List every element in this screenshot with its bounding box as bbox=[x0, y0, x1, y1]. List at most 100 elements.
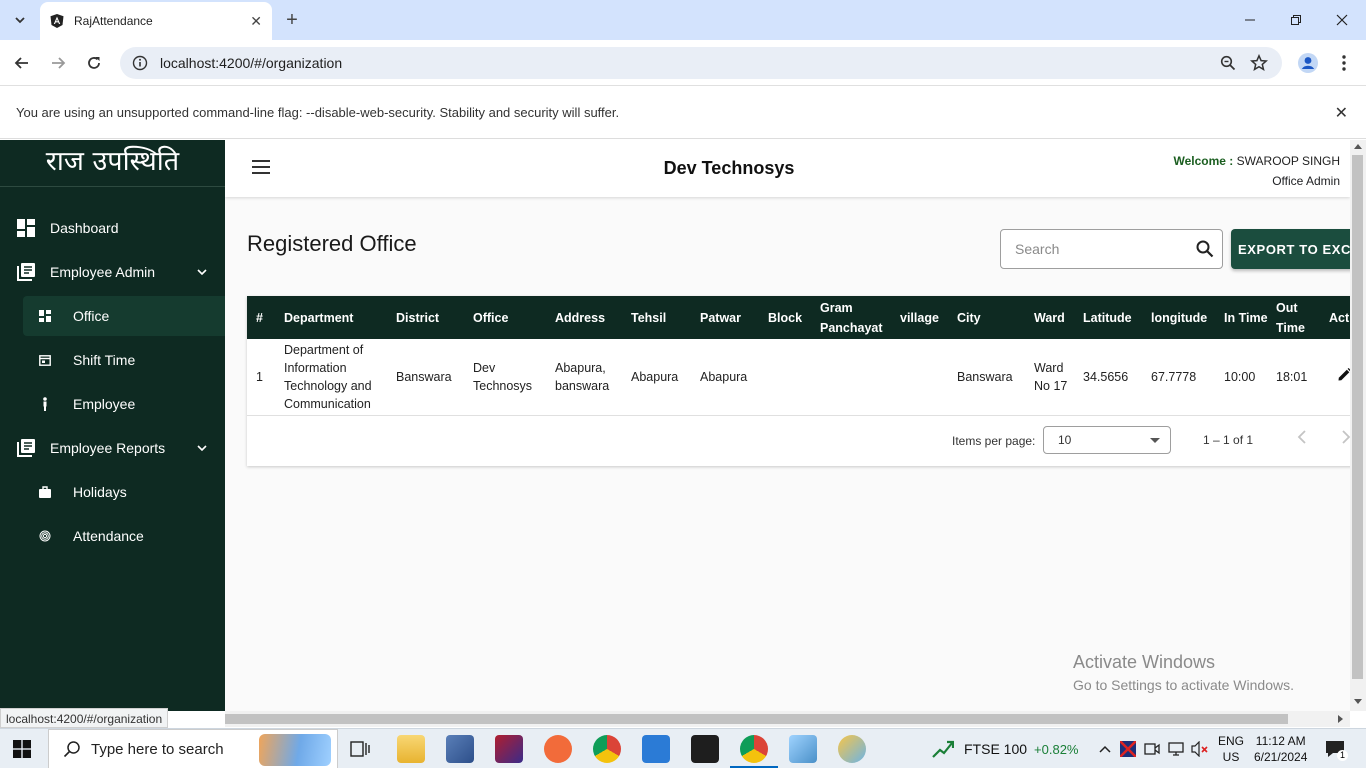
tray-overflow-icon[interactable] bbox=[1096, 739, 1114, 759]
file-explorer-icon[interactable] bbox=[397, 735, 425, 763]
scroll-right-icon[interactable] bbox=[1338, 715, 1343, 723]
region-code: US bbox=[1222, 750, 1240, 764]
terminal-icon[interactable] bbox=[691, 735, 719, 763]
paint-icon[interactable] bbox=[838, 735, 866, 763]
col-ward[interactable]: Ward bbox=[1030, 296, 1079, 339]
active-tab[interactable]: RajAttendance ✕ bbox=[40, 2, 272, 40]
search-icon[interactable] bbox=[1196, 240, 1214, 258]
browser-tab-strip: RajAttendance ✕ + bbox=[0, 0, 1366, 40]
task-view-icon[interactable] bbox=[346, 735, 374, 763]
horizontal-scrollbar[interactable] bbox=[225, 711, 1350, 727]
profile-avatar-icon[interactable] bbox=[1296, 51, 1320, 75]
col-num[interactable]: # bbox=[247, 296, 280, 339]
sidebar-item-dashboard[interactable]: Dashboard bbox=[0, 208, 225, 248]
sidebar-item-employee-reports[interactable]: Employee Reports bbox=[0, 428, 225, 468]
next-page-icon[interactable] bbox=[1341, 430, 1350, 449]
col-office[interactable]: Office bbox=[469, 296, 551, 339]
edit-icon[interactable] bbox=[1338, 367, 1350, 381]
export-to-excel-button[interactable]: EXPORT TO EXCEL bbox=[1231, 229, 1350, 269]
search-input[interactable] bbox=[1015, 241, 1196, 257]
col-out-time[interactable]: Out Time bbox=[1272, 296, 1325, 339]
dashboard-icon bbox=[16, 218, 36, 238]
language-code: ENG bbox=[1218, 734, 1245, 748]
window-close-icon[interactable] bbox=[1330, 8, 1354, 32]
company-name: Dev Technosys bbox=[663, 158, 795, 178]
office-table-container: # Department District Office Address Teh… bbox=[247, 296, 1350, 466]
col-district[interactable]: District bbox=[392, 296, 469, 339]
sidebar: राज उपस्थिति Dashboard Employee Admin Of… bbox=[0, 140, 225, 711]
sidebar-item-employee-admin[interactable]: Employee Admin bbox=[0, 252, 225, 292]
address-toolbar: localhost:4200/#/organization bbox=[0, 40, 1366, 86]
items-per-page-label: Items per page: bbox=[952, 434, 1036, 448]
zoom-icon[interactable] bbox=[1220, 55, 1236, 71]
postman-icon[interactable] bbox=[544, 735, 572, 763]
cell-department: Department of Information Technology and… bbox=[280, 339, 392, 416]
cell-gram-panchayat bbox=[816, 339, 896, 416]
cell-block bbox=[764, 339, 816, 416]
cell-latitude: 34.5656 bbox=[1079, 339, 1147, 416]
back-icon[interactable] bbox=[10, 51, 34, 75]
scroll-up-icon[interactable] bbox=[1354, 144, 1362, 149]
col-block[interactable]: Block bbox=[764, 296, 816, 339]
meet-now-icon[interactable] bbox=[1142, 739, 1162, 759]
col-tehsil[interactable]: Tehsil bbox=[627, 296, 696, 339]
col-longitude[interactable]: longitude bbox=[1147, 296, 1220, 339]
sidebar-item-holidays[interactable]: Holidays bbox=[23, 472, 225, 512]
previous-page-icon[interactable] bbox=[1297, 430, 1307, 449]
windows-start-icon[interactable] bbox=[12, 739, 32, 759]
forward-icon[interactable] bbox=[46, 51, 70, 75]
chrome-icon[interactable] bbox=[593, 735, 621, 763]
bookmark-star-icon[interactable] bbox=[1250, 54, 1268, 72]
col-latitude[interactable]: Latitude bbox=[1079, 296, 1147, 339]
network-tray-icon[interactable] bbox=[1166, 739, 1186, 759]
col-city[interactable]: City bbox=[953, 296, 1030, 339]
volume-muted-icon[interactable] bbox=[1190, 739, 1210, 759]
language-indicator[interactable]: ENG US bbox=[1218, 729, 1244, 768]
sidebar-item-employee[interactable]: Employee bbox=[23, 384, 225, 424]
notepad-icon[interactable] bbox=[789, 735, 817, 763]
sidebar-item-office[interactable]: Office bbox=[23, 296, 225, 336]
sidebar-item-label: Holidays bbox=[73, 484, 127, 500]
chevron-down-icon bbox=[197, 443, 207, 454]
col-village[interactable]: village bbox=[896, 296, 953, 339]
chevron-down-icon bbox=[197, 267, 207, 278]
scroll-down-icon[interactable] bbox=[1354, 699, 1362, 704]
minimize-icon[interactable] bbox=[1238, 8, 1262, 32]
url-text: localhost:4200/#/organization bbox=[160, 55, 343, 71]
new-tab-icon[interactable]: + bbox=[280, 8, 304, 32]
omnibox[interactable]: localhost:4200/#/organization bbox=[120, 47, 1282, 79]
col-gram-panchayat[interactable]: Gram Panchayat bbox=[816, 296, 896, 339]
col-patwar[interactable]: Patwar bbox=[696, 296, 764, 339]
vscode-icon[interactable] bbox=[642, 735, 670, 763]
restore-icon[interactable] bbox=[1284, 8, 1308, 32]
reload-icon[interactable] bbox=[82, 51, 106, 75]
notifications-icon[interactable]: 1 bbox=[1322, 737, 1348, 761]
sidebar-item-attendance[interactable]: Attendance bbox=[23, 516, 225, 556]
stock-widget[interactable]: FTSE 100 +0.82% bbox=[932, 729, 1078, 768]
activate-windows-watermark: Activate Windows Go to Settings to activ… bbox=[1073, 652, 1294, 693]
site-info-icon[interactable] bbox=[132, 55, 148, 71]
notification-count-badge: 1 bbox=[1336, 750, 1348, 761]
search-field[interactable] bbox=[1000, 229, 1223, 269]
browser-menu-icon[interactable] bbox=[1332, 51, 1356, 75]
infobar-close-icon[interactable]: ✕ bbox=[1335, 103, 1348, 123]
network-app-icon[interactable] bbox=[446, 735, 474, 763]
windows-taskbar: Type here to search FTSE 100 +0.82% ENG … bbox=[0, 728, 1366, 768]
clock[interactable]: 11:12 AM 6/21/2024 bbox=[1254, 729, 1307, 768]
taskbar-search-box[interactable]: Type here to search bbox=[48, 729, 338, 768]
vertical-scroll-thumb[interactable] bbox=[1352, 155, 1363, 679]
tab-search-icon[interactable] bbox=[8, 8, 32, 32]
col-action[interactable]: Action bbox=[1325, 296, 1350, 339]
horizontal-scroll-thumb[interactable] bbox=[225, 714, 1288, 724]
angular-icon bbox=[50, 14, 64, 28]
items-per-page-select[interactable]: 10 bbox=[1043, 426, 1171, 454]
filezilla-icon[interactable] bbox=[495, 735, 523, 763]
col-address[interactable]: Address bbox=[551, 296, 627, 339]
tab-close-icon[interactable]: ✕ bbox=[250, 13, 262, 30]
vertical-scrollbar[interactable] bbox=[1350, 140, 1366, 711]
col-in-time[interactable]: In Time bbox=[1220, 296, 1272, 339]
sidebar-item-shift-time[interactable]: Shift Time bbox=[23, 340, 225, 380]
security-tray-icon[interactable] bbox=[1118, 739, 1138, 759]
col-department[interactable]: Department bbox=[280, 296, 392, 339]
chrome-active-icon[interactable] bbox=[740, 735, 768, 763]
